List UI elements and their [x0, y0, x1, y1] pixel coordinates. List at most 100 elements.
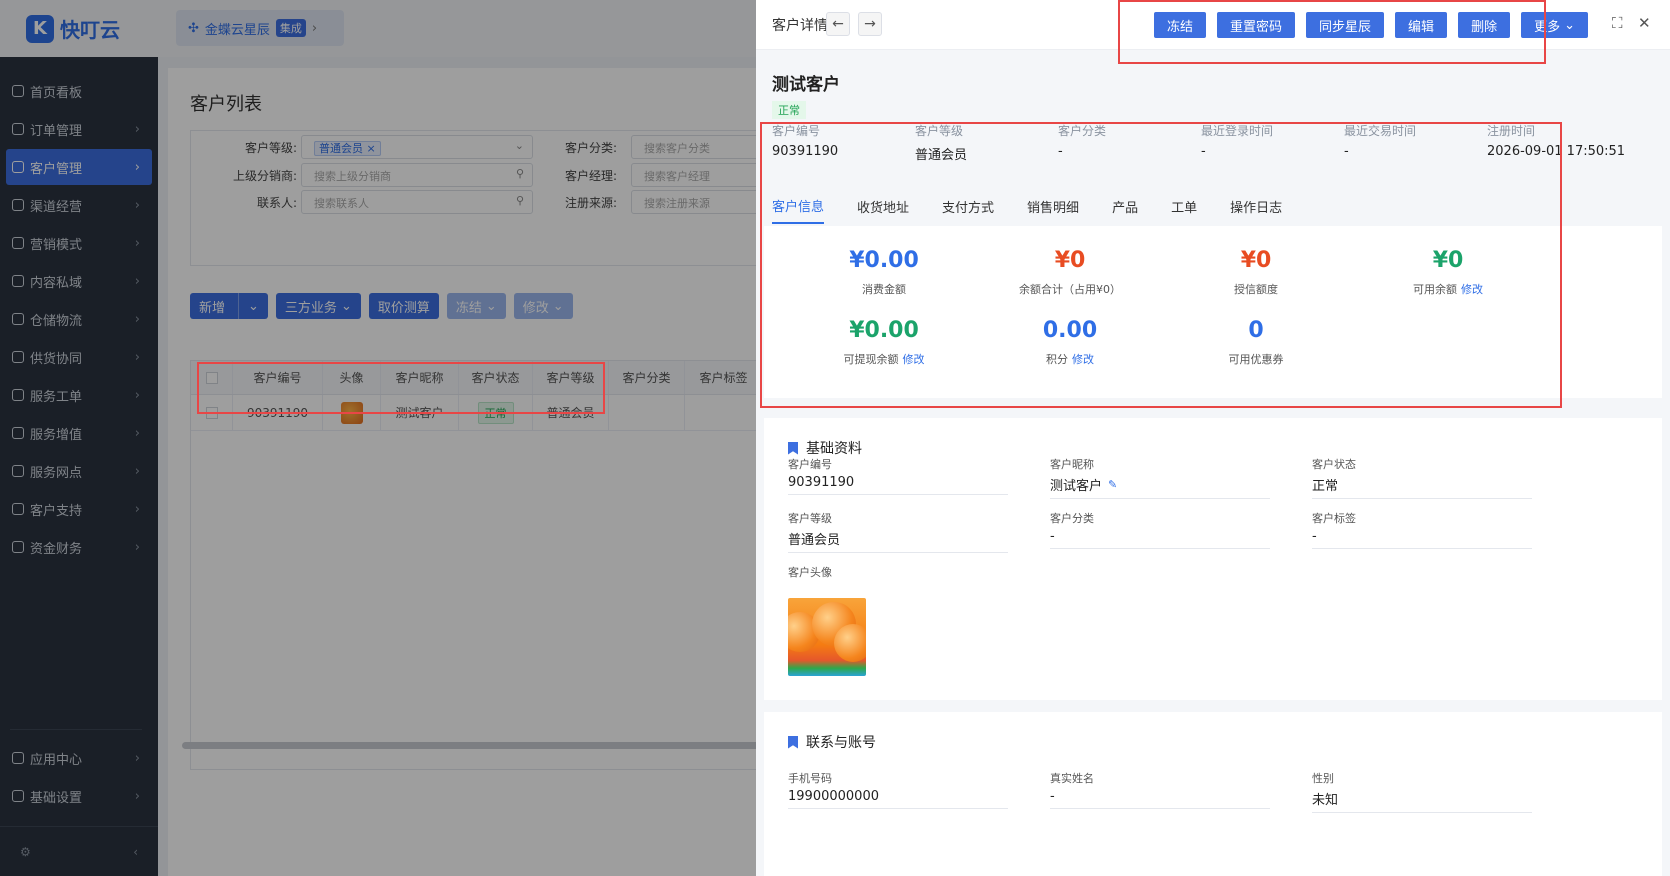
summary-value: - — [1201, 144, 1206, 159]
field-item: 客户编号 90391190 — [788, 456, 1008, 495]
summary-label: 客户编号 — [772, 124, 821, 138]
field-value: - — [1312, 529, 1317, 544]
field-value: - — [1050, 529, 1055, 544]
field-item: 客户等级 普通会员 — [788, 510, 1008, 553]
reset-password-button[interactable]: 重置密码 — [1217, 12, 1296, 38]
stat-value: ¥0.00 — [849, 318, 919, 343]
summary-value: 90391190 — [772, 144, 839, 159]
summary-label: 最近交易时间 — [1344, 124, 1417, 138]
summary-label: 客户分类 — [1058, 124, 1107, 138]
stat-item: 0 可用优惠券 — [1166, 318, 1346, 367]
field-item: 客户分类 - — [1050, 510, 1270, 549]
more-label: 更多 — [1534, 19, 1561, 35]
stat-value: 0.00 — [1042, 318, 1098, 343]
summary-item: 注册时间 2026-09-01 17:50:51 — [1487, 122, 1630, 178]
delete-button[interactable]: 删除 — [1458, 12, 1511, 38]
stat-label-wrap: 积分 修改 — [980, 351, 1160, 367]
summary-item: 客户分类 - — [1058, 122, 1201, 178]
stat-value: ¥0 — [1054, 248, 1086, 273]
drawer-actions: 冻结 重置密码 同步星辰 编辑 删除 更多 ⌄ — [1154, 12, 1588, 38]
field-item: 真实姓名 - — [1050, 770, 1270, 809]
more-button[interactable]: 更多 ⌄ — [1521, 12, 1588, 38]
summary-label: 客户等级 — [915, 124, 964, 138]
stat-label-wrap: 消费金额 — [794, 281, 974, 297]
tab-7[interactable]: 操作日志 — [1230, 188, 1282, 224]
stat-label: 积分 — [1046, 353, 1068, 366]
detail-tabs: 客户信息 收货地址 支付方式 销售明细 产品 工单 操作日志 — [756, 188, 1670, 224]
basic-info-title-text: 基础资料 — [806, 441, 862, 457]
drawer-header: 客户详情 ← → 冻结 重置密码 同步星辰 编辑 删除 更多 ⌄ ⛶ ✕ — [756, 0, 1670, 50]
field-value: 未知 — [1312, 793, 1339, 808]
tab-5[interactable]: 产品 — [1112, 188, 1138, 224]
stat-item: ¥0 余额合计（占用¥0） — [980, 248, 1160, 297]
field-label: 真实姓名 — [1050, 772, 1094, 785]
stat-item: ¥0 授信额度 — [1166, 248, 1346, 297]
stat-label: 消费金额 — [862, 283, 906, 296]
next-button[interactable]: → — [858, 12, 882, 36]
summary-label: 最近登录时间 — [1201, 124, 1274, 138]
field-value-wrap: 未知 — [1312, 789, 1532, 813]
field-label: 性别 — [1312, 772, 1334, 785]
field-label: 客户标签 — [1312, 512, 1356, 525]
summary-value: 普通会员 — [915, 148, 968, 163]
field-label: 客户等级 — [788, 512, 832, 525]
customer-detail-drawer: 客户详情 ← → 冻结 重置密码 同步星辰 编辑 删除 更多 ⌄ ⛶ ✕ 测试客户… — [756, 0, 1670, 876]
avatar-label: 客户头像 — [788, 566, 832, 579]
summary-item: 客户等级 普通会员 — [915, 122, 1058, 178]
basic-info-title: 基础资料 — [788, 438, 862, 458]
tab-2[interactable]: 收货地址 — [857, 188, 909, 224]
field-value: 普通会员 — [788, 533, 841, 548]
pencil-icon[interactable]: ✎ — [1108, 478, 1117, 491]
field-label: 客户分类 — [1050, 512, 1094, 525]
avatar-field-label-wrap: 客户头像 — [788, 564, 1008, 580]
summary-value: 2026-09-01 17:50:51 — [1487, 144, 1626, 159]
fullscreen-icon[interactable]: ⛶ — [1612, 14, 1623, 32]
summary-row: 客户编号 90391190 客户等级 普通会员 客户分类 - 最近登录时间 - 最近交易时间 - 注… — [756, 122, 1670, 178]
field-value-wrap: 90391190 — [788, 475, 1008, 495]
field-label: 客户昵称 — [1050, 458, 1094, 471]
modal-overlay[interactable] — [0, 0, 756, 876]
field-value: 正常 — [1312, 479, 1339, 494]
edit-link[interactable]: 修改 — [1072, 353, 1094, 366]
field-label: 客户编号 — [788, 458, 832, 471]
contact-title-text: 联系与账号 — [806, 735, 876, 751]
stat-value: ¥0.00 — [849, 248, 919, 273]
contact-title: 联系与账号 — [788, 732, 876, 752]
field-item: 手机号码 19900000000 — [788, 770, 1008, 809]
arrow-right-icon: → — [864, 16, 876, 32]
freeze-button[interactable]: 冻结 — [1154, 12, 1207, 38]
prev-button[interactable]: ← — [826, 12, 850, 36]
summary-item: 最近交易时间 - — [1344, 122, 1487, 178]
summary-label: 注册时间 — [1487, 124, 1536, 138]
customer-avatar-image[interactable] — [788, 598, 866, 676]
field-label: 客户状态 — [1312, 458, 1356, 471]
close-icon[interactable]: ✕ — [1638, 14, 1651, 32]
stat-label-wrap: 可用余额 修改 — [1358, 281, 1538, 297]
stat-label-wrap: 余额合计（占用¥0） — [980, 281, 1160, 297]
stat-item: ¥0.00 可提现余额 修改 — [794, 318, 974, 367]
field-label: 手机号码 — [788, 772, 832, 785]
edit-link[interactable]: 修改 — [903, 353, 925, 366]
summary-value: - — [1344, 144, 1349, 159]
field-value-wrap: 测试客户 ✎ — [1050, 475, 1270, 499]
sync-button[interactable]: 同步星辰 — [1306, 12, 1385, 38]
stat-value: ¥0 — [1432, 248, 1464, 273]
field-value: 测试客户 — [1050, 479, 1103, 494]
edit-button[interactable]: 编辑 — [1395, 12, 1448, 38]
tab-3[interactable]: 支付方式 — [942, 188, 994, 224]
stat-label-wrap: 可用优惠券 — [1166, 351, 1346, 367]
tab-4[interactable]: 销售明细 — [1027, 188, 1079, 224]
stat-label: 可用优惠券 — [1228, 353, 1284, 366]
field-value-wrap: 普通会员 — [788, 529, 1008, 553]
edit-link[interactable]: 修改 — [1461, 283, 1483, 296]
summary-item: 最近登录时间 - — [1201, 122, 1344, 178]
field-value-wrap: - — [1050, 789, 1270, 809]
stat-label: 余额合计（占用¥0） — [1019, 283, 1121, 296]
stat-value: 0 — [1248, 318, 1264, 343]
tab-6[interactable]: 工单 — [1171, 188, 1197, 224]
bookmark-icon — [788, 441, 798, 455]
basic-info-card: 基础资料 客户头像 客户编号 90391190 客户昵称测试客户 ✎ 客户状态正常客户等… — [764, 418, 1662, 700]
tab-1[interactable]: 客户信息 — [772, 188, 825, 224]
stat-label: 授信额度 — [1234, 283, 1278, 296]
field-value-wrap: 正常 — [1312, 475, 1532, 499]
